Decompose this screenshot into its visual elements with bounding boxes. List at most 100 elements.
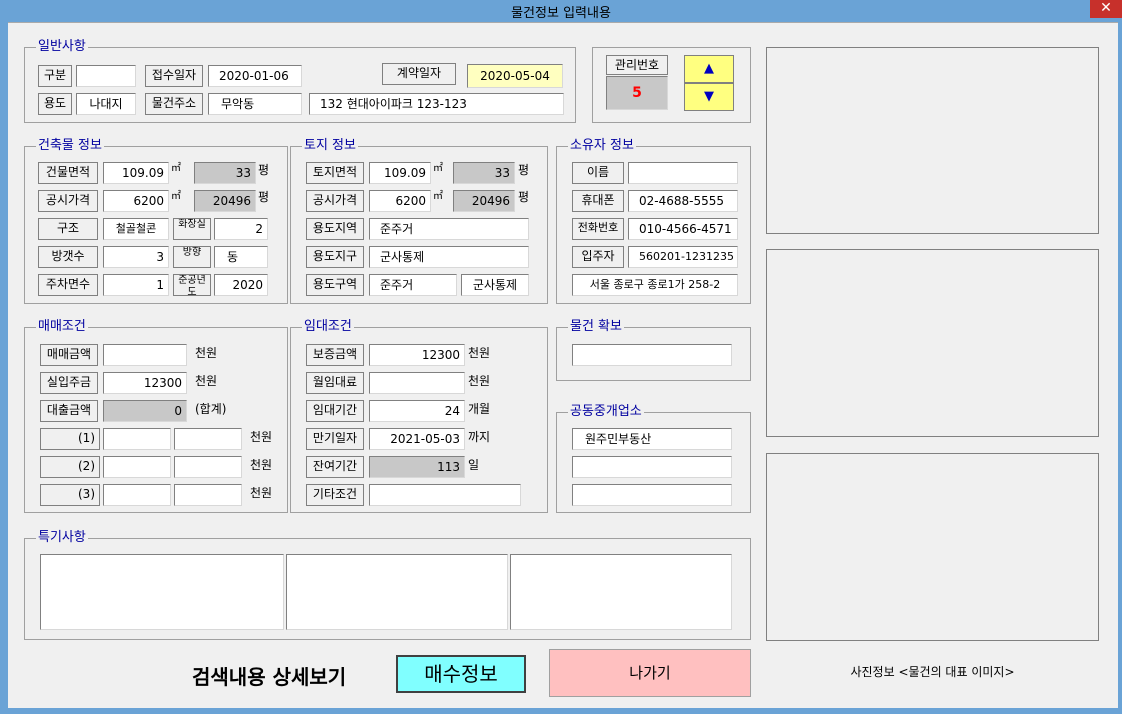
receipt-date-input[interactable]: 2020-01-06 (208, 65, 302, 87)
period-label: 임대기간 (306, 400, 364, 422)
mgmt-label: 관리번호 (606, 55, 668, 75)
building-area-unit: ㎡ (171, 163, 181, 174)
owner-address-input[interactable]: 서울 종로구 종로1가 258-2 (572, 274, 738, 296)
parking-input[interactable]: 1 (103, 274, 169, 296)
loan-row-2-unit: 천원 (250, 458, 273, 472)
area2-input-2[interactable]: 군사통제 (461, 274, 529, 296)
loan-row-3-unit: 천원 (250, 486, 273, 500)
address-detail-input[interactable]: 132 현대아이파크 123-123 (309, 93, 564, 115)
remaining-input[interactable]: 113 (369, 456, 465, 478)
monthly-input[interactable] (369, 372, 465, 394)
mgmt-up-button[interactable]: ▲ (684, 55, 734, 83)
mobile-input[interactable]: 02-4688-5555 (628, 190, 738, 212)
owner-name-input[interactable] (628, 162, 738, 184)
sale-price-unit: 천원 (195, 346, 218, 360)
land-area-input[interactable]: 109.09 (369, 162, 431, 184)
loan-row-3-label: (3) (40, 484, 100, 506)
tenant-input[interactable]: 560201-1231235 (628, 246, 738, 268)
loan-row-2-a[interactable] (103, 456, 171, 478)
loan-row-3-a[interactable] (103, 484, 171, 506)
photo-panel-2[interactable] (766, 249, 1099, 437)
rooms-input[interactable]: 3 (103, 246, 169, 268)
photo-info-label: 사진정보 <물건의 대표 이미지> (850, 665, 1015, 679)
general-legend: 일반사항 (36, 39, 88, 54)
contract-date-input[interactable]: 2020-05-04 (467, 64, 563, 88)
land-price-unit: ㎡ (433, 191, 443, 202)
gubun-label: 구분 (38, 65, 72, 87)
land-price-input[interactable]: 6200 (369, 190, 431, 212)
broker-input-1[interactable]: 원주민부동산 (572, 428, 732, 450)
deposit-label: 보증금액 (306, 344, 364, 366)
loan-row-1-unit: 천원 (250, 430, 273, 444)
land-area-pyeong[interactable]: 33 (453, 162, 515, 184)
buyer-info-button[interactable]: 매수정보 (396, 655, 526, 693)
usage-label: 용도 (38, 93, 72, 115)
built-year-input[interactable]: 2020 (214, 274, 268, 296)
pyeong-unit-4: 평 (518, 190, 530, 204)
loan-row-2-label: (2) (40, 456, 100, 478)
area2-input-1[interactable]: 준주거 (369, 274, 457, 296)
sale-price-input[interactable] (103, 344, 187, 366)
rooms-label: 방갯수 (38, 246, 98, 268)
deposit-input[interactable]: 12300 (369, 344, 465, 366)
usage-input[interactable]: 나대지 (76, 93, 136, 115)
period-input[interactable]: 24 (369, 400, 465, 422)
notes-box-1[interactable] (40, 554, 284, 630)
exit-button[interactable]: 나가기 (549, 649, 751, 697)
loan-input[interactable]: 0 (103, 400, 187, 422)
building-price-unit: ㎡ (171, 191, 181, 202)
district-input[interactable]: 군사통제 (369, 246, 529, 268)
lease-legend: 임대조건 (302, 319, 354, 334)
land-area-unit: ㎡ (433, 163, 443, 174)
loan-unit: (합계) (195, 402, 227, 416)
mgmt-down-button[interactable]: ▼ (684, 83, 734, 111)
broker-input-2[interactable] (572, 456, 732, 478)
other-label: 기타조건 (306, 484, 364, 506)
close-button[interactable]: ✕ (1090, 0, 1122, 18)
building-legend: 건축물 정보 (36, 138, 104, 153)
building-area-input[interactable]: 109.09 (103, 162, 169, 184)
structure-input[interactable]: 철골철콘 (103, 218, 169, 240)
gubun-input[interactable] (76, 65, 136, 87)
secure-input[interactable] (572, 344, 732, 366)
building-area-pyeong[interactable]: 33 (194, 162, 256, 184)
expiry-label: 만기일자 (306, 428, 364, 450)
photo-panel-1[interactable] (766, 47, 1099, 234)
parking-label: 주차면수 (38, 274, 98, 296)
other-input[interactable] (369, 484, 521, 506)
contract-date-label: 계약일자 (382, 63, 456, 85)
phone-input[interactable]: 010-4566-4571 (628, 218, 738, 240)
building-price-input[interactable]: 6200 (103, 190, 169, 212)
bath-input[interactable]: 2 (214, 218, 268, 240)
loan-row-2-b[interactable] (174, 456, 242, 478)
land-price-pyeong[interactable]: 20496 (453, 190, 515, 212)
photo-panel-3[interactable] (766, 453, 1099, 641)
actual-input[interactable]: 12300 (103, 372, 187, 394)
loan-row-1-b[interactable] (174, 428, 242, 450)
broker-input-3[interactable] (572, 484, 732, 506)
loan-row-3-b[interactable] (174, 484, 242, 506)
loan-row-1-a[interactable] (103, 428, 171, 450)
zone-input[interactable]: 준주거 (369, 218, 529, 240)
direction-input[interactable]: 동 (214, 246, 268, 268)
district-label: 용도지구 (306, 246, 364, 268)
notes-box-2[interactable] (286, 554, 508, 630)
window-title: 물건정보 입력내용 (511, 6, 611, 21)
remaining-unit: 일 (468, 458, 480, 472)
building-price-pyeong[interactable]: 20496 (194, 190, 256, 212)
search-detail-label: 검색내용 상세보기 (192, 665, 347, 689)
mobile-label: 휴대폰 (572, 190, 624, 212)
monthly-label: 월임대료 (306, 372, 364, 394)
land-price-label: 공시가격 (306, 190, 364, 212)
owner-legend: 소유자 정보 (568, 138, 636, 153)
mgmt-number[interactable]: 5 (606, 76, 668, 110)
address-label: 물건주소 (145, 93, 203, 115)
building-price-label: 공시가격 (38, 190, 98, 212)
area2-label: 용도구역 (306, 274, 364, 296)
notes-box-3[interactable] (510, 554, 732, 630)
deposit-unit: 천원 (468, 346, 491, 360)
pyeong-unit-2: 평 (258, 190, 270, 204)
arrow-up-icon: ▲ (704, 61, 714, 76)
address-dong-input[interactable]: 무악동 (208, 93, 302, 115)
expiry-input[interactable]: 2021-05-03 (369, 428, 465, 450)
